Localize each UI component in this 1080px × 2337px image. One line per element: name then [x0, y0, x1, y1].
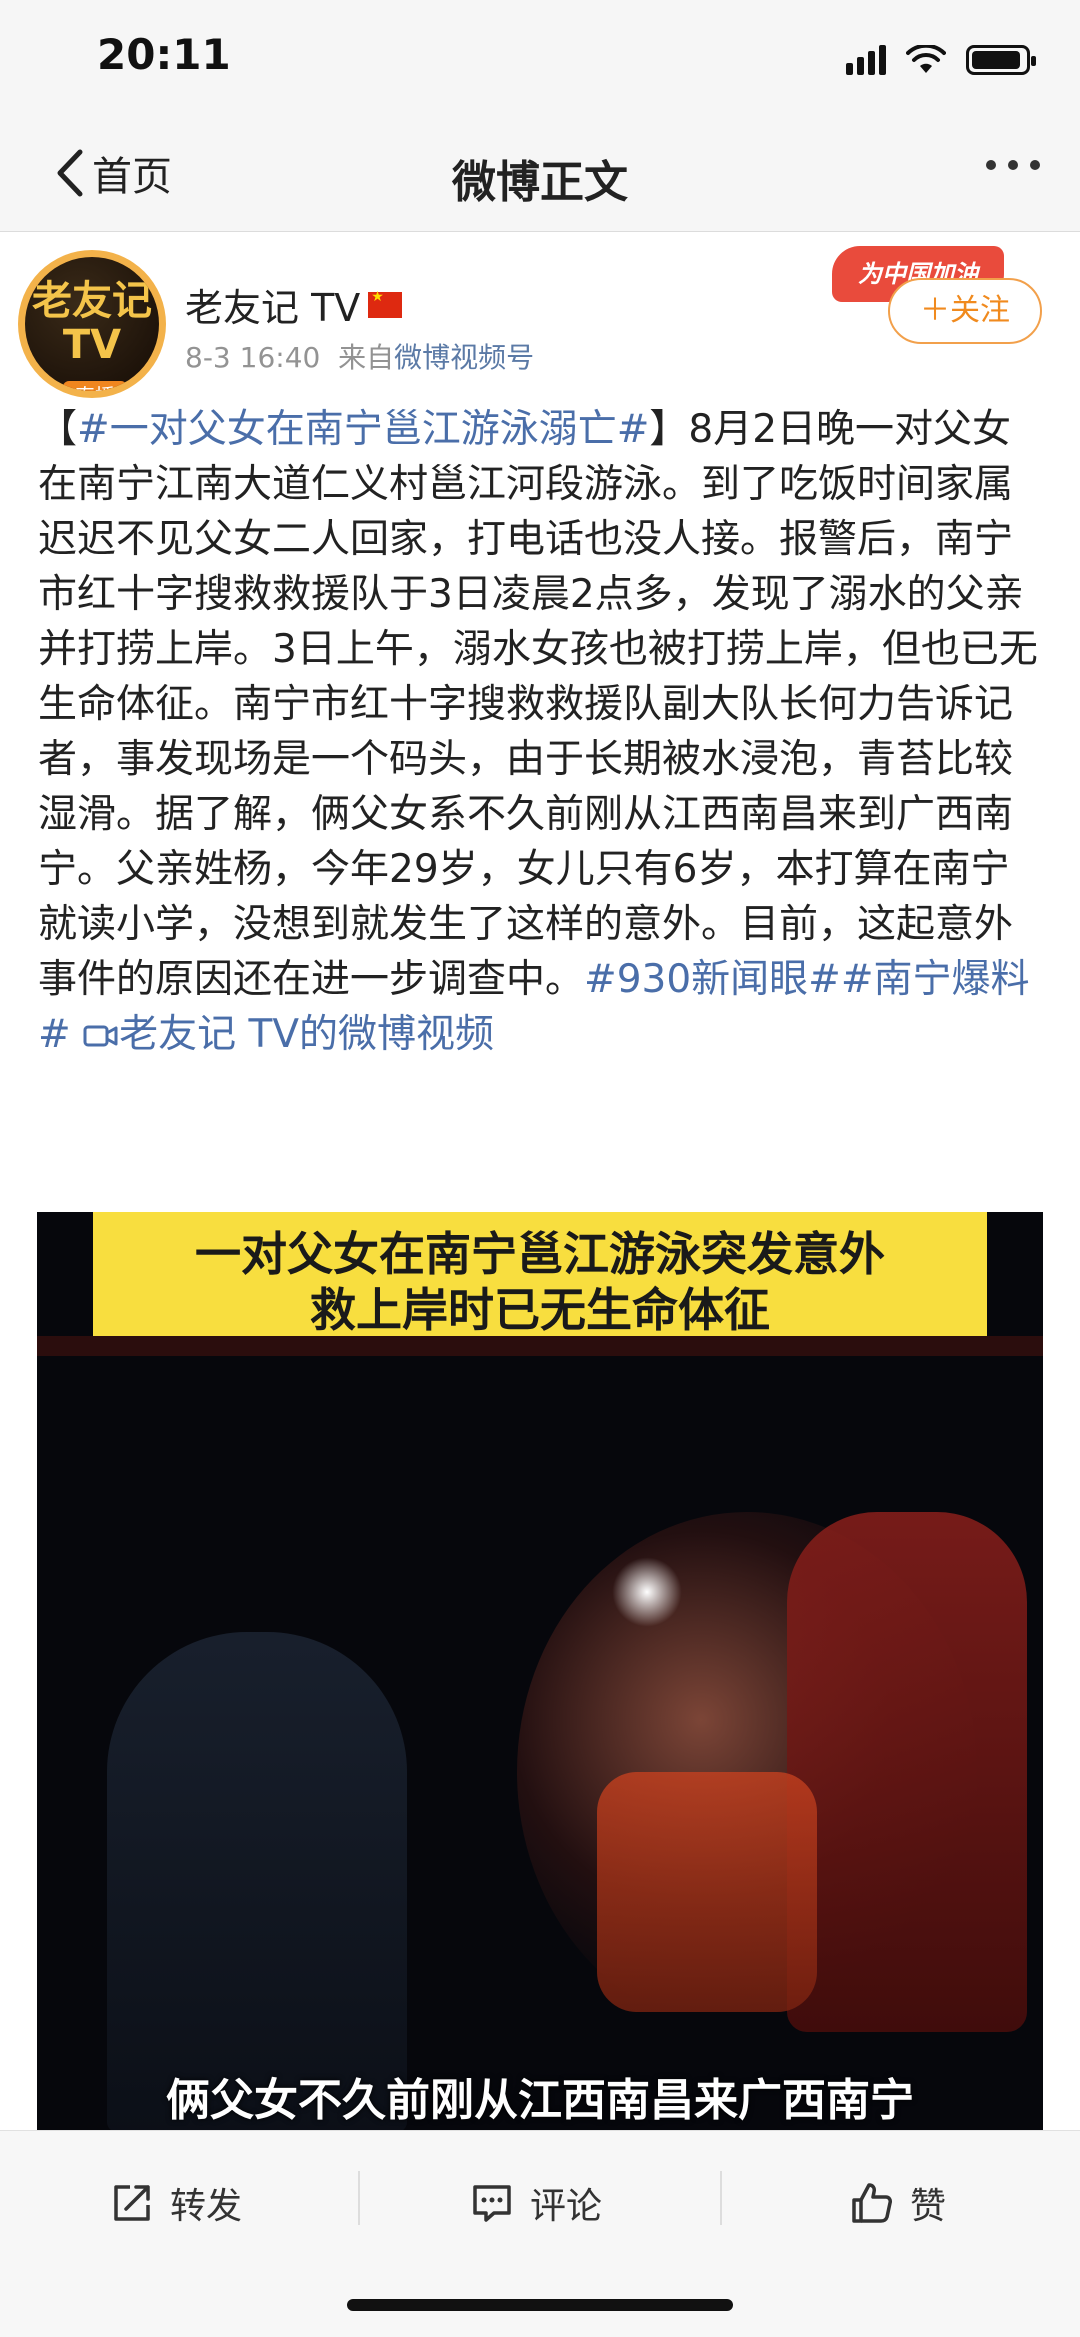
- action-divider: [358, 2171, 360, 2225]
- video-link[interactable]: 老友记 TV的微博视频: [83, 1012, 494, 1057]
- hashtag-link-930[interactable]: #930新闻眼#: [584, 957, 841, 1002]
- post-source-link[interactable]: 微博视频号: [394, 341, 534, 374]
- comment-button[interactable]: 评论: [470, 2173, 602, 2233]
- thumbs-up-icon: [852, 2183, 892, 2223]
- like-button[interactable]: 赞: [850, 2173, 946, 2233]
- source-prefix: 来自: [338, 341, 395, 374]
- author-name[interactable]: 老友记 TV: [185, 277, 403, 332]
- video-banner-strip: [37, 1336, 1043, 1356]
- video-scene-rescuer: [787, 1512, 1027, 2032]
- comment-icon: [473, 2185, 511, 2222]
- bracket-close: 】: [649, 407, 689, 452]
- repost-icon: [114, 2185, 150, 2221]
- video-scene-boat: [597, 1772, 817, 2012]
- repost-button[interactable]: 转发: [110, 2173, 242, 2233]
- avatar[interactable]: 老友记TV 直播: [18, 250, 166, 398]
- china-flag-icon: [368, 289, 403, 318]
- navigation-bar: 首页 微博正文: [0, 110, 1080, 232]
- video-scene-headlamp: [612, 1557, 682, 1627]
- cellular-signal-icon: [846, 45, 886, 75]
- author-header: 老友记TV 直播 老友记 TV 8-3 16:40 来自微博视频号 为中国加油 …: [0, 232, 1080, 402]
- video-subtitle: 俩父女不久前刚从江西南昌来广西南宁: [166, 2075, 914, 2126]
- topic-hashtag-link[interactable]: #一对父女在南宁邕江游泳溺亡#: [77, 407, 649, 452]
- video-scene-person: [107, 1632, 407, 2130]
- more-options-button[interactable]: [986, 160, 1040, 170]
- page-title: 微博正文: [452, 157, 628, 208]
- status-time: 20:11: [97, 30, 231, 79]
- action-divider: [720, 2171, 722, 2225]
- video-camera-icon: [83, 1025, 118, 1047]
- like-label: 赞: [910, 2186, 947, 2227]
- bracket-open: 【: [38, 407, 78, 452]
- live-badge: 直播: [63, 381, 127, 391]
- status-bar: 20:11: [0, 0, 1080, 110]
- more-dot-icon: [986, 160, 996, 170]
- bottom-action-bar: 转发 评论 赞: [0, 2130, 1080, 2337]
- comment-label: 评论: [530, 2186, 603, 2227]
- avatar-logo: 老友记TV 直播: [25, 257, 159, 391]
- wifi-icon: [906, 45, 946, 73]
- video-title-banner: 一对父女在南宁邕江游泳突发意外 救上岸时已无生命体征: [93, 1212, 987, 1337]
- post-meta: 8-3 16:40 来自微博视频号: [185, 336, 534, 376]
- more-dot-icon: [1008, 160, 1018, 170]
- battery-icon: [966, 45, 1036, 75]
- more-dot-icon: [1030, 160, 1040, 170]
- post-body-text: 8月2日晚一对父女在南宁江南大道仁义村邕江河段游泳。到了吃饭时间家属迟迟不见父女…: [38, 407, 1038, 1002]
- repost-label: 转发: [170, 2186, 243, 2227]
- post-body: 【#一对父女在南宁邕江游泳溺亡#】8月2日晚一对父女在南宁江南大道仁义村邕江河段…: [38, 402, 1048, 1062]
- video-banner-line-2: 救上岸时已无生命体征: [310, 1283, 770, 1337]
- follow-button[interactable]: ＋关注: [888, 278, 1042, 344]
- post-time: 8-3 16:40: [185, 341, 321, 374]
- video-player[interactable]: 一对父女在南宁邕江游泳突发意外 救上岸时已无生命体征 俩父女不久前刚从江西南昌来…: [37, 1212, 1043, 2130]
- video-link-text: 老友记 TV的微博视频: [119, 1012, 494, 1057]
- avatar-logo-text: 老友记TV: [32, 278, 152, 368]
- status-icons: [846, 40, 1036, 80]
- home-indicator[interactable]: [347, 2299, 733, 2311]
- author-name-text: 老友记 TV: [185, 286, 361, 330]
